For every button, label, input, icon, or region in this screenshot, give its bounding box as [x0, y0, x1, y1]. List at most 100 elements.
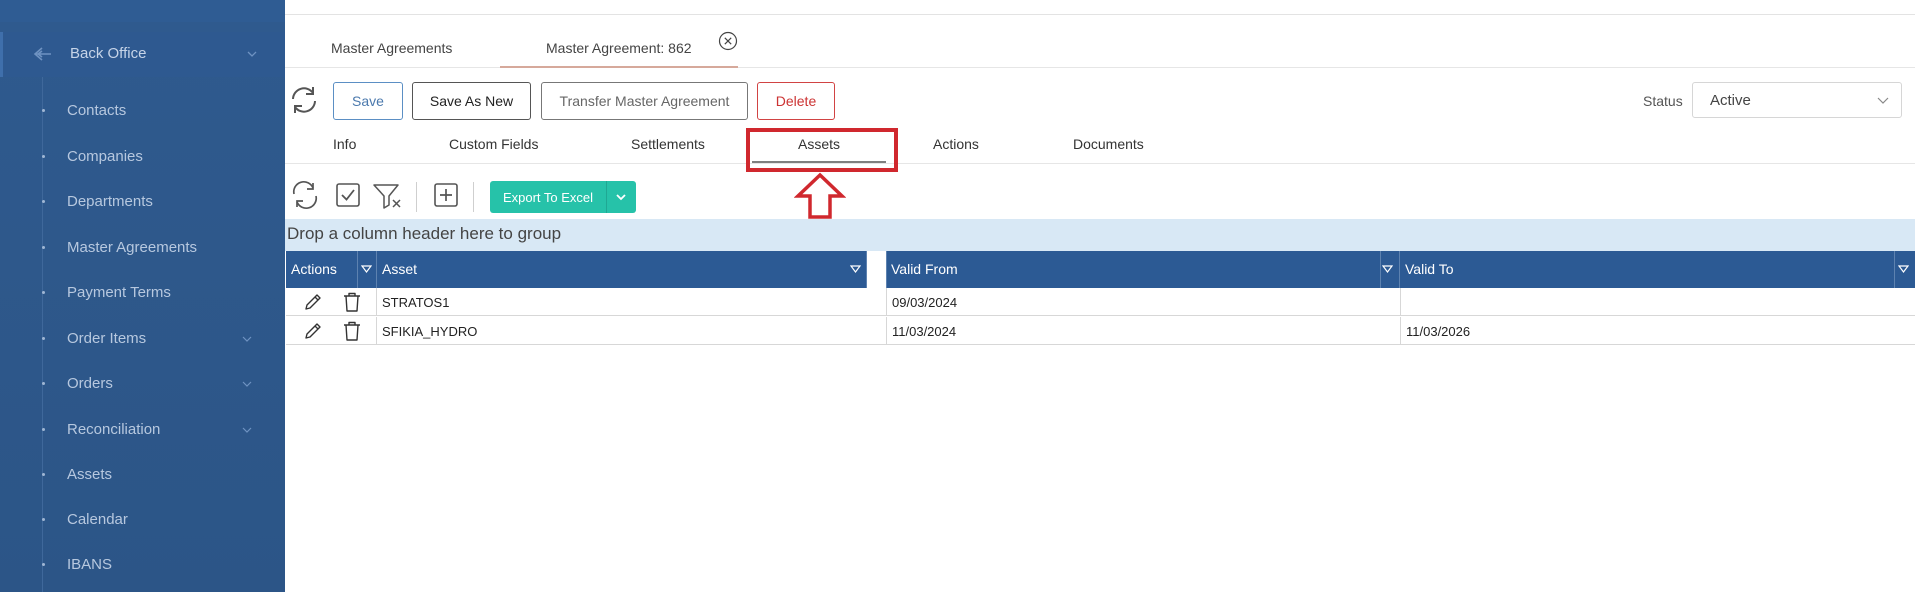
sidebar-item-label: Contacts [67, 102, 127, 119]
cell-text: 09/03/2024 [892, 295, 958, 310]
filter-icon[interactable] [850, 265, 861, 274]
sidebar-item-label: Orders [67, 375, 113, 392]
bullet-icon [42, 382, 45, 385]
bullet-icon [42, 337, 45, 340]
export-label: Export To Excel [502, 189, 594, 205]
sidebar-section-label: Back Office [70, 45, 147, 62]
save-button[interactable]: Save [333, 82, 403, 120]
sidebar-item-order-items[interactable]: Order Items [0, 322, 285, 356]
tab-info[interactable]: Info [333, 136, 356, 152]
pencil-icon[interactable] [302, 291, 324, 313]
status-dropdown[interactable]: Active [1692, 82, 1902, 118]
sidebar-item-label: Calendar [67, 511, 128, 528]
sidebar-item-calendar[interactable]: Calendar [0, 503, 285, 537]
column-divider [1399, 251, 1400, 288]
refresh-icon[interactable] [288, 84, 320, 116]
cell-asset: STRATOS1 [376, 288, 886, 316]
column-header-asset[interactable]: Asset [376, 251, 867, 288]
column-divider [376, 251, 377, 288]
sidebar-item-contacts[interactable]: Contacts [0, 94, 285, 128]
refresh-icon[interactable] [290, 180, 320, 210]
column-header-actions[interactable]: Actions [286, 251, 357, 288]
sidebar-item-orders[interactable]: Orders [0, 367, 285, 401]
status-label: Status [1643, 93, 1683, 109]
trash-icon[interactable] [342, 291, 362, 313]
column-header-label: Actions [291, 261, 337, 277]
sidebar-item-label: Payment Terms [67, 284, 171, 301]
cell-asset: SFIKIA_HYDRO [376, 317, 886, 345]
sidebar-item-reconciliation[interactable]: Reconciliation [0, 413, 285, 447]
sidebar-item-master-agreements[interactable]: Master Agreements [0, 231, 285, 265]
split-divider [606, 181, 607, 213]
bullet-icon [42, 428, 45, 431]
export-to-excel-button[interactable]: Export To Excel [490, 181, 636, 213]
sidebar: Back Office Contacts Companies Departmen… [0, 0, 285, 592]
active-tab-indicator [500, 66, 738, 68]
tab-documents[interactable]: Documents [1073, 136, 1144, 152]
top-bar [285, 0, 1915, 15]
column-header-valid-to[interactable]: Valid To [1400, 251, 1915, 288]
tab-actions[interactable]: Actions [933, 136, 979, 152]
sidebar-item-companies[interactable]: Companies [0, 140, 285, 174]
chevron-down-icon[interactable] [614, 192, 628, 202]
add-icon[interactable] [431, 180, 461, 210]
sidebar-item-label: Departments [67, 193, 153, 210]
transfer-master-agreement-button[interactable]: Transfer Master Agreement [541, 82, 748, 120]
tab-custom-fields[interactable]: Custom Fields [449, 136, 538, 152]
table-row[interactable]: STRATOS1 09/03/2024 [286, 288, 1915, 316]
bullet-icon [42, 563, 45, 566]
toolbar-separator [473, 182, 474, 212]
cell-valid-to: 11/03/2026 [1400, 317, 1915, 345]
column-divider [886, 251, 887, 288]
sidebar-item-departments[interactable]: Departments [0, 185, 285, 219]
cell-valid-from: 11/03/2024 [886, 317, 1400, 345]
table-row[interactable]: SFIKIA_HYDRO 11/03/2024 11/03/2026 [286, 317, 1915, 345]
trash-icon[interactable] [342, 320, 362, 342]
pencil-icon[interactable] [302, 320, 324, 342]
sidebar-item-label: Companies [67, 148, 143, 165]
sidebar-item-label: Master Agreements [67, 239, 198, 256]
save-as-new-button[interactable]: Save As New [412, 82, 531, 120]
toolbar-separator [416, 182, 417, 212]
bullet-icon [42, 473, 45, 476]
group-hint: Drop a column header here to group [287, 224, 562, 243]
chevron-down-icon [242, 336, 252, 342]
group-drop-zone[interactable]: Drop a column header here to group [285, 219, 1915, 251]
chevron-down-icon [247, 51, 257, 57]
clear-filter-icon[interactable] [372, 180, 404, 210]
cell-text: STRATOS1 [382, 295, 450, 310]
column-divider [1380, 251, 1381, 288]
cell-text: SFIKIA_HYDRO [382, 324, 478, 339]
column-header-valid-from[interactable]: Valid From [887, 251, 1399, 288]
sidebar-item-label: Assets [67, 466, 113, 483]
close-icon[interactable] [718, 31, 738, 51]
sub-tabs-divider [285, 163, 1915, 164]
bullet-icon [42, 200, 45, 203]
chevron-down-icon [1877, 97, 1889, 104]
tab-master-agreements[interactable]: Master Agreements [331, 40, 452, 56]
filter-icon[interactable] [1382, 265, 1393, 274]
filter-icon[interactable] [361, 265, 372, 274]
delete-button[interactable]: Delete [757, 82, 835, 120]
select-all-checkbox-icon[interactable] [333, 180, 363, 210]
tab-master-agreement-862[interactable]: Master Agreement: 862 [546, 40, 692, 56]
column-header-label: Asset [382, 261, 418, 277]
status-value: Active [1710, 92, 1751, 109]
sidebar-section-back-office[interactable]: Back Office [0, 32, 285, 77]
bullet-icon [42, 109, 45, 112]
tab-settlements[interactable]: Settlements [631, 136, 705, 152]
sidebar-item-ibans[interactable]: IBANS [0, 548, 285, 582]
sidebar-item-payment-terms[interactable]: Payment Terms [0, 276, 285, 310]
sidebar-item-assets[interactable]: Assets [0, 458, 285, 492]
filter-icon[interactable] [1898, 265, 1909, 274]
column-filter-actions[interactable] [357, 251, 376, 288]
bullet-icon [42, 246, 45, 249]
column-header-label: Valid From [891, 261, 958, 277]
arrow-up-icon [794, 172, 846, 219]
column-divider [866, 251, 867, 288]
column-divider [357, 251, 358, 288]
sidebar-item-label: Order Items [67, 330, 147, 347]
column-divider [1894, 251, 1895, 288]
bullet-icon [42, 155, 45, 158]
sidebar-item-label: IBANS [67, 556, 113, 573]
